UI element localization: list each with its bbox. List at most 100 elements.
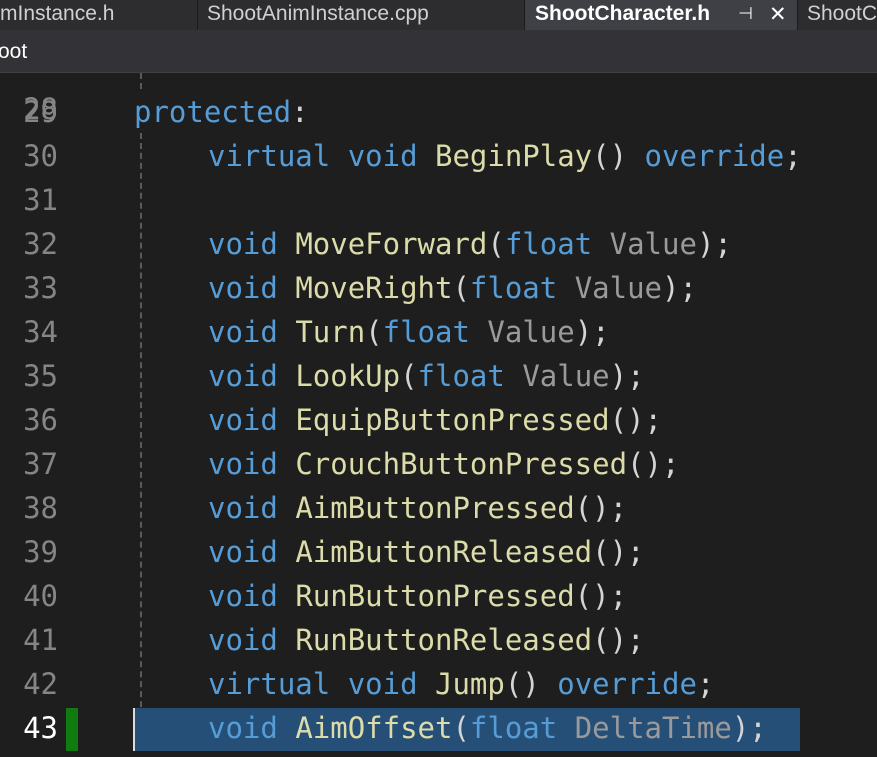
code-token: (); — [574, 491, 628, 525]
code-token: void — [208, 447, 278, 481]
code-line[interactable]: 35 void LookUp(float Value); — [0, 354, 877, 398]
code-token: float — [469, 711, 558, 745]
line-number: 31 — [23, 183, 58, 217]
code-token: void — [208, 271, 278, 305]
code-token: () — [592, 139, 645, 173]
code-token: Jump — [435, 667, 505, 701]
line-number: 34 — [23, 315, 58, 349]
code-token: MoveForward — [295, 227, 488, 261]
code-line[interactable]: 42 virtual void Jump() override; — [0, 662, 877, 706]
code-text: void MoveRight(float Value); — [208, 266, 697, 310]
code-token: ; — [784, 139, 802, 173]
code-token: RunButtonPressed — [295, 579, 575, 613]
code-line[interactable]: 43 void AimOffset(float DeltaTime); — [0, 706, 877, 750]
code-token: ( — [365, 315, 383, 349]
code-text: void EquipButtonPressed(); — [208, 398, 662, 442]
code-line[interactable]: 39 void AimButtonReleased(); — [0, 530, 877, 574]
tab-label: ShootCharacter.h — [535, 2, 711, 25]
project-navigation-bar[interactable]: oot — [0, 30, 877, 73]
code-line[interactable]: 40 void RunButtonPressed(); — [0, 574, 877, 618]
line-number: 30 — [23, 139, 58, 173]
code-token: RunButtonReleased — [295, 623, 593, 657]
code-text: void RunButtonReleased(); — [208, 618, 645, 662]
code-token: (); — [609, 403, 662, 437]
code-text: protected: — [134, 90, 309, 134]
code-line[interactable]: 30 virtual void BeginPlay() override; — [0, 134, 877, 178]
code-line[interactable]: 29 protected: — [0, 90, 877, 134]
code-token: protected — [134, 95, 292, 129]
line-number: 35 — [23, 359, 58, 393]
code-token: AimButtonReleased — [295, 535, 593, 569]
indent-guide — [140, 73, 142, 89]
code-line[interactable]: 32 void MoveForward(float Value); — [0, 222, 877, 266]
code-token: (); — [592, 623, 645, 657]
tab-shootaniminstance-cpp[interactable]: ShootAnimInstance.cpp — [198, 0, 524, 30]
line-number: 41 — [23, 623, 58, 657]
code-token: : — [291, 95, 309, 129]
close-tab-icon[interactable]: ✕ — [769, 0, 787, 30]
tab-label: mInstance.h — [0, 2, 115, 25]
code-line[interactable]: 37 void CrouchButtonPressed(); — [0, 442, 877, 486]
code-token: Value — [487, 315, 575, 349]
tab-label: ShootAnimInstance.cpp — [207, 2, 429, 25]
tab-shootcharacter-cpp[interactable]: ShootC — [798, 0, 877, 30]
code-line[interactable]: 31 — [0, 178, 877, 222]
code-token: Value — [574, 271, 663, 305]
code-line[interactable]: 38 void AimButtonPressed(); — [0, 486, 877, 530]
tab-shootaniminstance-h[interactable]: mInstance.h — [0, 0, 197, 30]
code-token: override — [557, 667, 697, 701]
tab-shootcharacter-h[interactable]: ShootCharacter.h — [525, 0, 797, 30]
line-number: 37 — [23, 447, 58, 481]
code-token: void — [208, 315, 278, 349]
line-number: 42 — [23, 667, 58, 701]
pin-tab-icon[interactable]: ⊣ — [738, 0, 753, 30]
code-token: void — [208, 359, 278, 393]
code-token: void — [208, 623, 278, 657]
code-token: Value — [609, 227, 697, 261]
code-token: void — [208, 403, 278, 437]
code-token: void — [347, 139, 418, 173]
code-token: AimOffset — [295, 711, 453, 745]
code-token: ); — [731, 711, 767, 745]
code-text: void AimOffset(float DeltaTime); — [208, 706, 767, 750]
code-line[interactable]: 36 void EquipButtonPressed(); — [0, 398, 877, 442]
code-token: MoveRight — [295, 271, 453, 305]
code-text: virtual void Jump() override; — [208, 662, 714, 706]
line-number: 40 — [23, 579, 58, 613]
code-token: ( — [452, 711, 470, 745]
code-token: ( — [452, 271, 470, 305]
code-token: Turn — [295, 315, 366, 349]
code-token: virtual — [208, 667, 331, 701]
code-token: AimButtonPressed — [295, 491, 575, 525]
tab-label: ShootC — [807, 2, 877, 25]
code-token: void — [347, 667, 418, 701]
line-number: 38 — [23, 491, 58, 525]
code-line[interactable]: 34 void Turn(float Value); — [0, 310, 877, 354]
code-editor[interactable]: 28 29 protected: 30 virtual void BeginPlay(… — [0, 73, 877, 757]
code-text: void AimButtonReleased(); — [208, 530, 645, 574]
code-line[interactable]: 41 void RunButtonReleased(); — [0, 618, 877, 662]
code-token: LookUp — [295, 359, 401, 393]
code-token: ); — [609, 359, 645, 393]
code-token: (); — [574, 579, 628, 613]
code-token: ); — [696, 227, 732, 261]
code-token: ); — [574, 315, 610, 349]
code-token: float — [417, 359, 505, 393]
code-line[interactable]: 33 void MoveRight(float Value); — [0, 266, 877, 310]
